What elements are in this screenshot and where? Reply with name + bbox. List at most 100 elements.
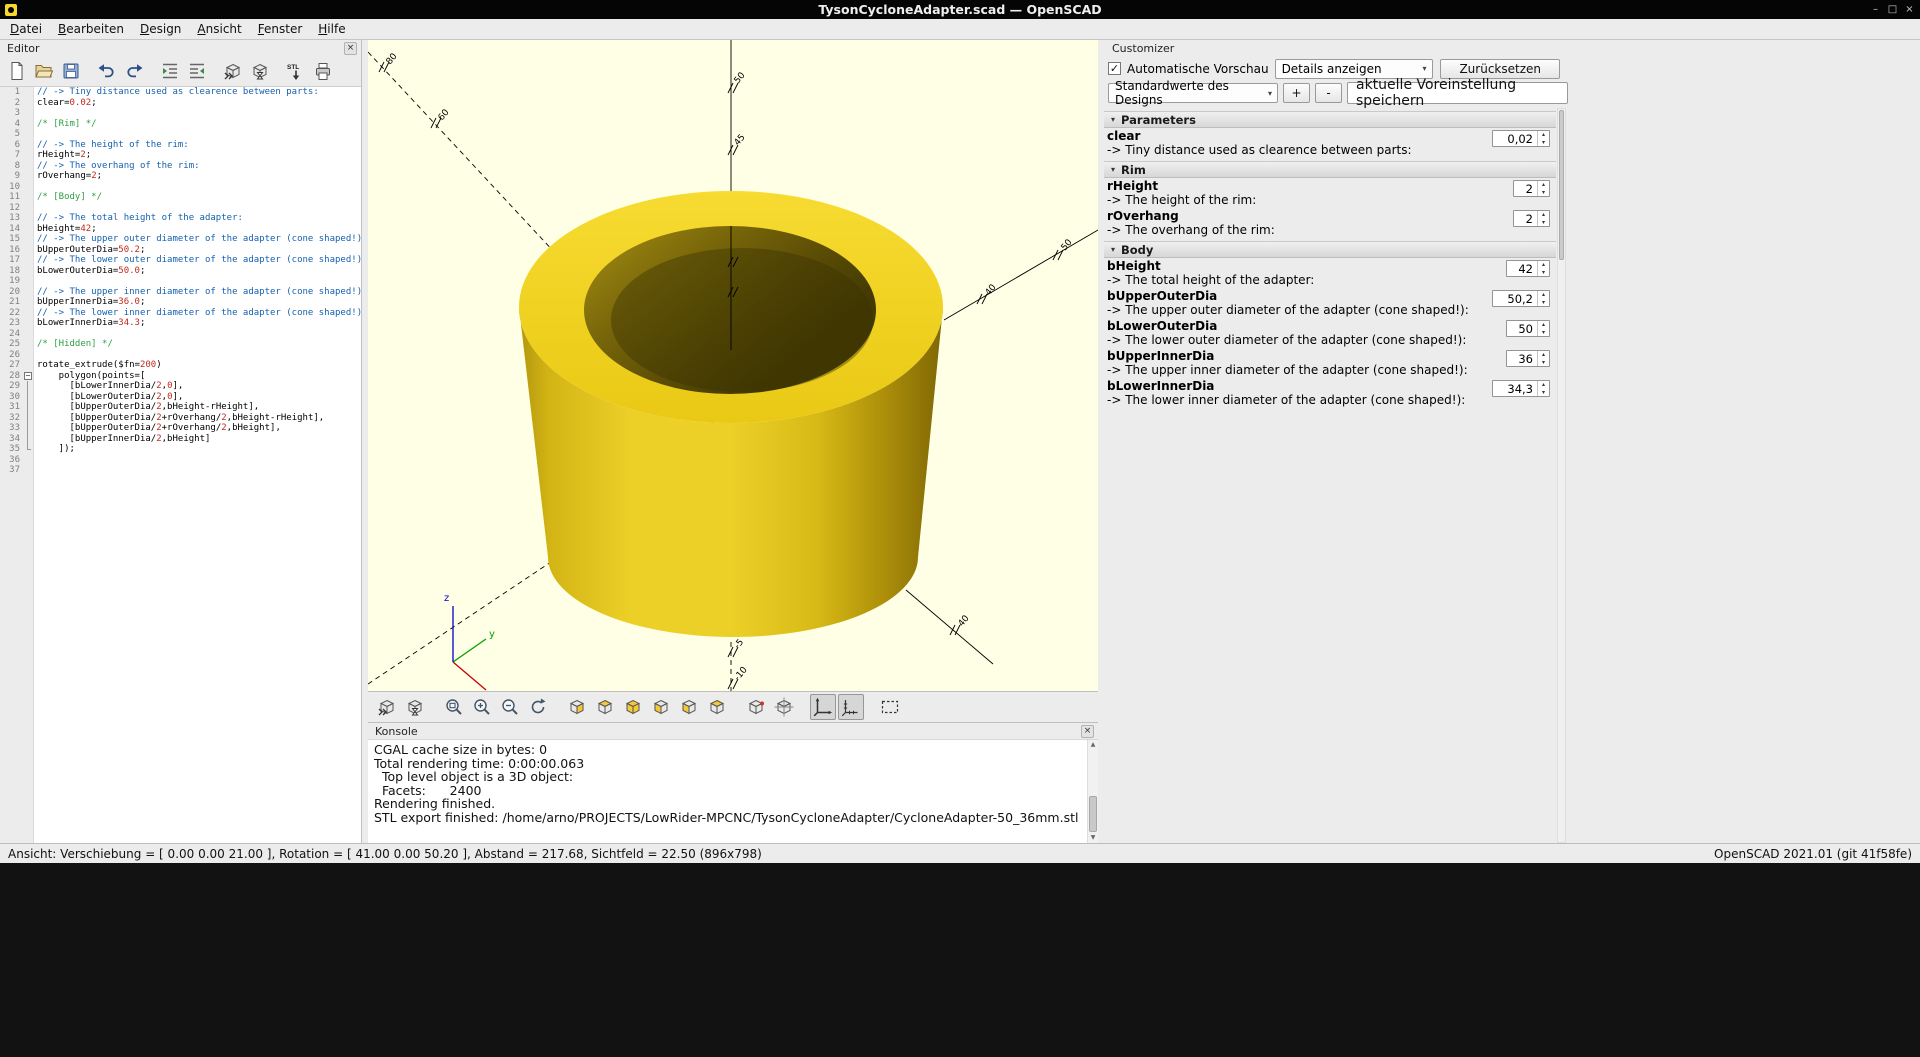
view-back-button[interactable] xyxy=(704,694,730,720)
rHeight-input[interactable]: 2 ▴ ▾ xyxy=(1513,180,1550,197)
scroll-down-icon[interactable]: ▼ xyxy=(1088,833,1098,843)
spinner-up-icon[interactable]: ▴ xyxy=(1538,381,1549,389)
bLowerInnerDia-input[interactable]: 34,3 ▴ ▾ xyxy=(1492,380,1550,397)
editor-close-icon[interactable]: × xyxy=(344,41,357,55)
group-header-rim[interactable]: ▾ Rim xyxy=(1104,161,1556,178)
view-all-button[interactable] xyxy=(877,694,903,720)
maximize-button[interactable]: □ xyxy=(1884,0,1901,19)
view-diagonal-button[interactable] xyxy=(743,694,769,720)
spinner-arrows[interactable]: ▴ ▾ xyxy=(1537,131,1549,146)
auto-preview-checkbox[interactable]: ✓ xyxy=(1108,62,1121,75)
bHeight-input[interactable]: 42 ▴ ▾ xyxy=(1506,260,1550,277)
spinner-down-icon[interactable]: ▾ xyxy=(1538,189,1549,197)
reset-button[interactable]: Zurücksetzen xyxy=(1440,58,1560,79)
spinner-arrows[interactable]: ▴ ▾ xyxy=(1537,351,1549,366)
spinner-down-icon[interactable]: ▾ xyxy=(1538,269,1549,277)
spinner-arrows[interactable]: ▴ ▾ xyxy=(1537,211,1549,226)
undo-button[interactable] xyxy=(94,58,120,84)
bUpperOuterDia-input[interactable]: 50,2 ▴ ▾ xyxy=(1492,290,1550,307)
fold-line xyxy=(27,433,28,444)
fold-column xyxy=(23,150,33,161)
console-panel: Konsole × CGAL cache size in bytes: 0 Tot… xyxy=(368,722,1098,843)
preview-button[interactable] xyxy=(220,58,246,84)
gutter-row: 27 xyxy=(0,360,33,371)
spinner-up-icon[interactable]: ▴ xyxy=(1538,291,1549,299)
render-button[interactable] xyxy=(247,58,273,84)
clear-input[interactable]: 0,02 ▴ ▾ xyxy=(1492,130,1550,147)
show-axes-button[interactable] xyxy=(810,694,836,720)
fold-marker-icon[interactable]: − xyxy=(24,371,32,380)
preview-button[interactable] xyxy=(374,694,400,720)
menu-datei[interactable]: Datei xyxy=(2,21,50,37)
customizer-scrollbar[interactable] xyxy=(1557,108,1566,843)
spinner-down-icon[interactable]: ▾ xyxy=(1538,219,1549,227)
details-dropdown[interactable]: Details anzeigen ▾ xyxy=(1274,58,1433,79)
console-scrollbar[interactable]: ▲ ▼ xyxy=(1087,740,1098,843)
group-label: Parameters xyxy=(1121,112,1196,127)
add-preset-button[interactable]: + xyxy=(1283,83,1310,103)
spinner-up-icon[interactable]: ▴ xyxy=(1538,181,1549,189)
zoom-all-button[interactable] xyxy=(441,694,467,720)
line-number: 5 xyxy=(14,129,20,139)
spinner-down-icon[interactable]: ▾ xyxy=(1538,389,1549,397)
rOverhang-input[interactable]: 2 ▴ ▾ xyxy=(1513,210,1550,227)
spinner-up-icon[interactable]: ▴ xyxy=(1538,351,1549,359)
customizer-scroll-thumb[interactable] xyxy=(1559,110,1564,260)
spinner-up-icon[interactable]: ▴ xyxy=(1538,211,1549,219)
render-button[interactable] xyxy=(402,694,428,720)
view-top-button[interactable] xyxy=(592,694,618,720)
print-button[interactable] xyxy=(310,58,336,84)
view-center-button[interactable] xyxy=(771,694,797,720)
console-output[interactable]: CGAL cache size in bytes: 0 Total renderi… xyxy=(368,739,1098,843)
spinner-arrows[interactable]: ▴ ▾ xyxy=(1537,181,1549,196)
view-front-button[interactable] xyxy=(676,694,702,720)
spinner-arrows[interactable]: ▴ ▾ xyxy=(1537,261,1549,276)
3d-viewport[interactable]: 80605045404050-5-10 x y z xyxy=(368,40,1098,691)
spinner-up-icon[interactable]: ▴ xyxy=(1538,321,1549,329)
console-scroll-thumb[interactable] xyxy=(1089,796,1097,832)
group-header-parameters[interactable]: ▾ Parameters xyxy=(1104,111,1556,128)
unindent-button[interactable] xyxy=(184,58,210,84)
spinner-up-icon[interactable]: ▴ xyxy=(1538,131,1549,139)
open-button[interactable] xyxy=(31,58,57,84)
menu-fenster[interactable]: Fenster xyxy=(250,21,311,37)
save-preset-button[interactable]: aktuelle Voreinstellung speichern xyxy=(1347,77,1568,109)
spinner-arrows[interactable]: ▴ ▾ xyxy=(1537,291,1549,306)
indent-button[interactable] xyxy=(157,58,183,84)
menu-design[interactable]: Design xyxy=(132,21,189,37)
spinner-down-icon[interactable]: ▾ xyxy=(1538,139,1549,147)
spinner-down-icon[interactable]: ▾ xyxy=(1538,329,1549,337)
zoom-out-button[interactable] xyxy=(497,694,523,720)
close-button[interactable]: × xyxy=(1901,0,1918,19)
zoom-in-button[interactable] xyxy=(469,694,495,720)
line-number: 7 xyxy=(14,150,20,160)
spinner-arrows[interactable]: ▴ ▾ xyxy=(1537,381,1549,396)
fold-column xyxy=(23,412,33,423)
reset-view-button[interactable] xyxy=(525,694,551,720)
menu-bearbeiten[interactable]: Bearbeiten xyxy=(50,21,132,37)
spinner-up-icon[interactable]: ▴ xyxy=(1538,261,1549,269)
console-close-icon[interactable]: × xyxy=(1081,724,1094,738)
spinner-arrows[interactable]: ▴ ▾ xyxy=(1537,321,1549,336)
view-right-button[interactable] xyxy=(564,694,590,720)
preset-dropdown[interactable]: Standardwerte des Designs ▾ xyxy=(1108,79,1278,107)
export-stl-button[interactable]: STL xyxy=(283,58,309,84)
bLowerOuterDia-input[interactable]: 50 ▴ ▾ xyxy=(1506,320,1550,337)
menu-ansicht[interactable]: Ansicht xyxy=(189,21,249,37)
save-button[interactable] xyxy=(58,58,84,84)
group-header-body[interactable]: ▾ Body xyxy=(1104,241,1556,258)
show-scale-markers-button[interactable] xyxy=(838,694,864,720)
remove-preset-button[interactable]: - xyxy=(1315,83,1342,103)
new-button[interactable] xyxy=(4,58,30,84)
menu-hilfe[interactable]: Hilfe xyxy=(310,21,353,37)
fold-column xyxy=(23,140,33,151)
view-bottom-button[interactable] xyxy=(620,694,646,720)
bUpperInnerDia-input[interactable]: 36 ▴ ▾ xyxy=(1506,350,1550,367)
view-left-button[interactable] xyxy=(648,694,674,720)
spinner-down-icon[interactable]: ▾ xyxy=(1538,359,1549,367)
scroll-up-icon[interactable]: ▲ xyxy=(1088,740,1098,750)
redo-button[interactable] xyxy=(121,58,147,84)
spinner-down-icon[interactable]: ▾ xyxy=(1538,299,1549,307)
minimize-button[interactable]: – xyxy=(1867,0,1884,19)
code-editor[interactable]: 1 2 3 4 5 6 7 8 9 10 11 12 13 14 15 16 17 18 19 20 21 22 23 24 2… xyxy=(0,86,361,843)
